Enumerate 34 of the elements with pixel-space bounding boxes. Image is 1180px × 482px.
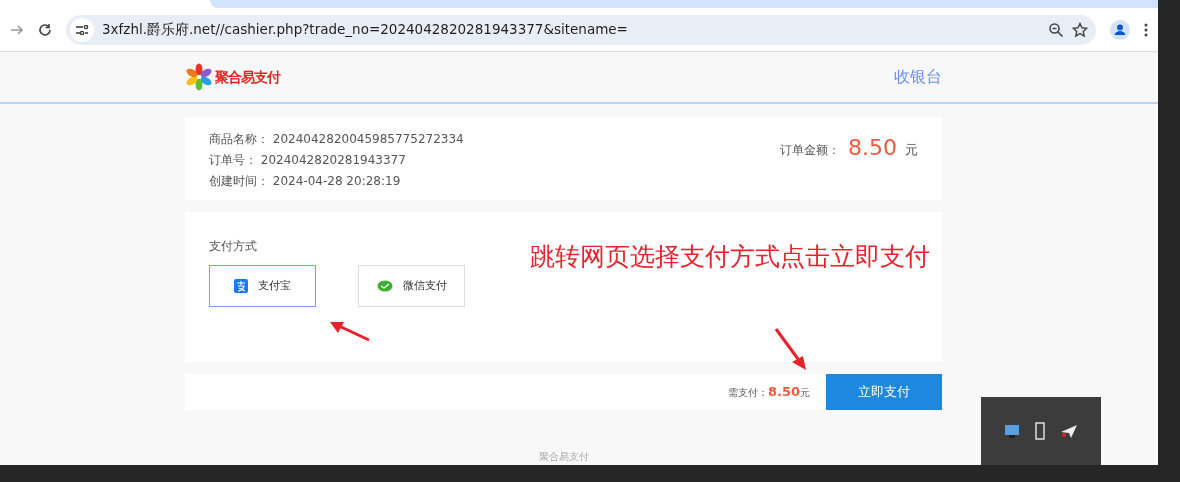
profile-icon[interactable] xyxy=(1110,19,1130,40)
page-title: 收银台 xyxy=(894,66,942,88)
monitor-icon xyxy=(1004,423,1020,439)
amount-label: 订单金额： xyxy=(780,142,840,159)
reload-icon[interactable] xyxy=(38,22,52,37)
plane-icon xyxy=(1060,423,1078,439)
payment-heading: 支付方式 xyxy=(209,239,257,253)
order-field: 商品名称： 2024042820045985775272334 xyxy=(209,129,464,150)
site-settings-icon[interactable] xyxy=(70,17,94,42)
order-field: 订单号： 2024042820281943377 xyxy=(209,150,464,171)
arrow-icon xyxy=(329,320,371,342)
payment-option[interactable]: 微信支付 xyxy=(358,265,465,307)
annotation-text: 跳转网页选择支付方式点击立即支付 xyxy=(530,241,930,273)
address-bar[interactable]: 3xfzhl.爵乐府.net//cashier.php?trade_no=2024042820281943377&sitename= xyxy=(66,14,1096,45)
star-icon[interactable] xyxy=(1072,21,1088,38)
footer-text: 聚合易支付 xyxy=(539,451,589,462)
zoom-out-icon[interactable] xyxy=(1048,21,1064,38)
currency-label: 元 xyxy=(905,141,918,159)
url-text: 3xfzhl.爵乐府.net//cashier.php?trade_no=2024042820281943377&sitename= xyxy=(102,20,629,40)
arrow-icon xyxy=(774,327,808,371)
order-amount: 8.50 xyxy=(848,134,897,162)
pay-now-button[interactable]: 立即支付 xyxy=(826,374,942,410)
flower-logo-icon xyxy=(185,63,213,91)
currency-label: 元 xyxy=(800,385,810,400)
pay-label: 需支付： xyxy=(727,385,768,400)
alipay-icon xyxy=(234,279,248,293)
usb-drive-icon xyxy=(1034,422,1046,440)
order-field: 创建时间： 2024-04-28 20:28:19 xyxy=(209,171,464,192)
menu-icon[interactable] xyxy=(1144,22,1148,37)
payment-option[interactable]: 支付宝 xyxy=(209,265,316,307)
logo-text: 聚合易支付 xyxy=(215,67,280,87)
forward-icon[interactable] xyxy=(10,22,24,37)
pay-amount: 8.50 xyxy=(767,383,800,402)
chat-bubble-icon xyxy=(376,280,393,292)
